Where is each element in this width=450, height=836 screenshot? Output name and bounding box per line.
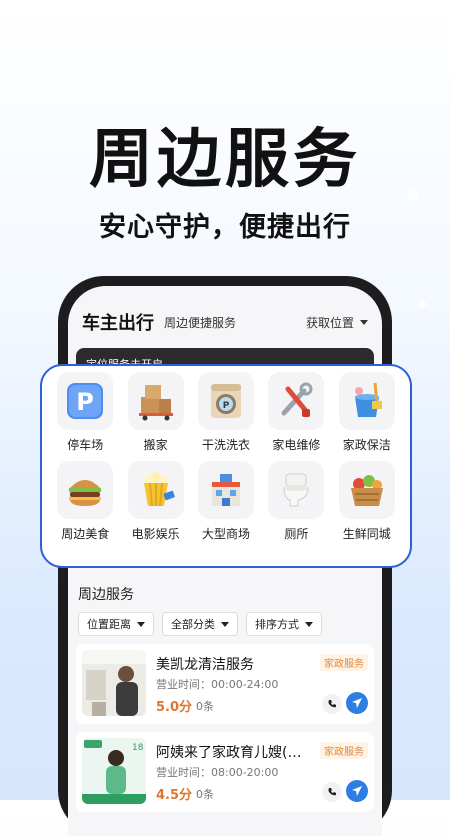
category-toilet[interactable]: 厕所 xyxy=(261,461,331,542)
category-card: P 停车场 搬家 P 干洗洗衣 家电维修 家政保洁 周边美食 电影娱乐 大型商场… xyxy=(40,364,412,568)
category-entertainment[interactable]: 电影娱乐 xyxy=(120,461,190,542)
fresh-basket-icon xyxy=(338,461,395,519)
svg-text:18: 18 xyxy=(132,743,144,753)
call-button[interactable] xyxy=(322,782,342,802)
app-title: 车主出行 xyxy=(82,313,154,334)
chevron-down-icon xyxy=(221,621,229,627)
burger-icon xyxy=(57,461,114,519)
review-count: 0条 xyxy=(196,700,214,713)
filter-label: 位置距离 xyxy=(87,618,131,631)
subline: 安心守护，便捷出行 xyxy=(99,212,351,243)
mall-building-icon xyxy=(197,461,254,519)
store-photo xyxy=(82,650,146,716)
filter-label: 排序方式 xyxy=(255,618,299,631)
category-food[interactable]: 周边美食 xyxy=(50,461,120,542)
store-name: 阿姨来了家政育儿嫂(… xyxy=(156,745,302,761)
category-tag: 家政服务 xyxy=(320,742,368,759)
category-grid: P 停车场 搬家 P 干洗洗衣 家电维修 家政保洁 周边美食 电影娱乐 大型商场… xyxy=(50,372,402,542)
category-housekeeping[interactable]: 家政保洁 xyxy=(332,372,402,453)
category-label: 干洗洗衣 xyxy=(201,438,250,452)
filter-sort[interactable]: 排序方式 xyxy=(246,612,322,636)
phone-icon xyxy=(328,700,336,708)
category-label: 电影娱乐 xyxy=(131,527,180,541)
phone-icon xyxy=(328,788,336,796)
decor-dot xyxy=(418,300,426,308)
category-fresh-grocery[interactable]: 生鲜同城 xyxy=(332,461,402,542)
store-rating: 4.5分 xyxy=(156,788,193,803)
store-photo: 18 xyxy=(82,738,146,804)
svg-text:P: P xyxy=(76,388,94,416)
toilet-icon xyxy=(268,461,325,519)
category-mall[interactable]: 大型商场 xyxy=(191,461,261,542)
category-label: 周边美食 xyxy=(61,527,110,541)
filter-distance[interactable]: 位置距离 xyxy=(78,612,154,636)
chevron-down-icon xyxy=(137,621,145,627)
filter-category[interactable]: 全部分类 xyxy=(162,612,238,636)
section-title: 周边服务 xyxy=(78,587,134,603)
category-laundry[interactable]: P 干洗洗衣 xyxy=(191,372,261,453)
moving-boxes-icon xyxy=(127,372,184,430)
filter-label: 全部分类 xyxy=(171,618,215,631)
parking-icon: P xyxy=(57,372,114,430)
category-label: 家电维修 xyxy=(272,438,321,452)
navigate-button[interactable] xyxy=(346,692,368,714)
cleaning-bucket-icon xyxy=(338,372,395,430)
list-item[interactable]: 18 阿姨来了家政育儿嫂(… 营业时间：08:00-20:00 4.5分 0条 … xyxy=(76,732,374,812)
store-name: 美凯龙清洁服务 xyxy=(156,657,254,673)
category-label: 停车场 xyxy=(67,438,104,452)
app-header: 车主出行 周边便捷服务 获取位置 xyxy=(82,308,368,336)
navigate-button[interactable] xyxy=(346,780,368,802)
repair-tools-icon xyxy=(268,372,325,430)
category-parking[interactable]: P 停车场 xyxy=(50,372,120,453)
filter-bar: 位置距离 全部分类 排序方式 xyxy=(78,612,322,636)
location-label: 获取位置 xyxy=(305,315,354,330)
washing-machine-icon: P xyxy=(197,372,254,430)
navigation-arrow-icon xyxy=(352,698,362,708)
category-label: 搬家 xyxy=(143,438,168,452)
store-hours: 营业时间：00:00-24:00 xyxy=(156,678,279,691)
category-tag: 家政服务 xyxy=(320,654,368,671)
list-item[interactable]: 美凯龙清洁服务 营业时间：00:00-24:00 5.0分 0条 家政服务 xyxy=(76,644,374,724)
svg-text:P: P xyxy=(223,401,230,411)
category-label: 生鲜同城 xyxy=(342,527,391,541)
location-button[interactable]: 获取位置 xyxy=(306,314,368,331)
app-subtitle: 周边便捷服务 xyxy=(164,315,237,330)
category-moving[interactable]: 搬家 xyxy=(120,372,190,453)
chevron-down-icon xyxy=(305,621,313,627)
category-label: 大型商场 xyxy=(201,527,250,541)
category-label: 家政保洁 xyxy=(342,438,391,452)
call-button[interactable] xyxy=(322,694,342,714)
headline: 周边服务 xyxy=(89,123,361,197)
store-rating: 5.0分 xyxy=(156,700,193,715)
store-hours: 营业时间：08:00-20:00 xyxy=(156,766,279,779)
navigation-arrow-icon xyxy=(352,786,362,796)
category-appliance-repair[interactable]: 家电维修 xyxy=(261,372,331,453)
popcorn-icon xyxy=(127,461,184,519)
chevron-down-icon xyxy=(360,319,368,325)
category-label: 厕所 xyxy=(284,527,309,541)
